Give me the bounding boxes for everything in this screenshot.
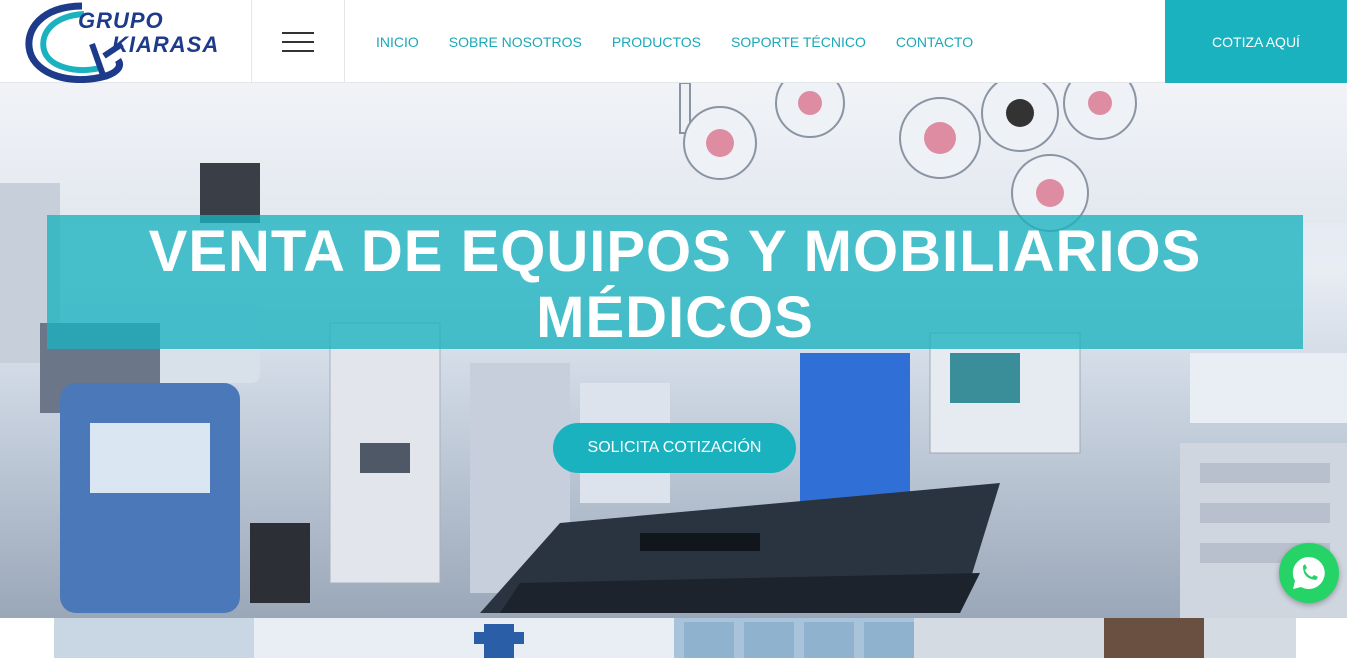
solicita-cotizacion-button[interactable]: SOLICITA COTIZACIÓN [553,423,796,473]
operating-table-image [480,483,1000,613]
header-divider [251,0,252,83]
hero-title: VENTA DE EQUIPOS Y MOBILIARIOS MÉDICOS [47,219,1303,351]
medical-equipment-left-image [0,163,310,613]
nav-productos[interactable]: PRODUCTOS [612,34,701,50]
header-divider [344,0,345,83]
hero-title-line2: MÉDICOS [536,285,814,350]
nav-soporte-tecnico[interactable]: SOPORTE TÉCNICO [731,34,866,50]
hero-section: VENTA DE EQUIPOS Y MOBILIARIOS MÉDICOS S… [0,83,1347,618]
whatsapp-icon[interactable] [1279,543,1339,603]
hero-title-line1: VENTA DE EQUIPOS Y MOBILIARIOS [148,219,1202,284]
logo-text-grupo: GRUPO [78,8,164,33]
nav-sobre-nosotros[interactable]: SOBRE NOSOTROS [449,34,582,50]
nav-inicio[interactable]: INICIO [376,34,419,50]
next-section-banner-image [54,618,1296,658]
site-header: GRUPO KIARASA INICIO SOBRE NOSOTROS PROD… [0,0,1347,83]
whatsapp-glyph-icon [1292,556,1325,589]
cotiza-aqui-button[interactable]: COTIZA AQUÍ [1165,0,1347,83]
nav-contacto[interactable]: CONTACTO [896,34,973,50]
hamburger-menu-icon[interactable] [282,30,314,54]
logo[interactable]: GRUPO KIARASA [22,0,232,83]
main-nav: INICIO SOBRE NOSOTROS PRODUCTOS SOPORTE … [376,0,1003,83]
next-section-preview [54,618,1296,658]
logo-text-kiarasa: KIARASA [112,32,220,57]
